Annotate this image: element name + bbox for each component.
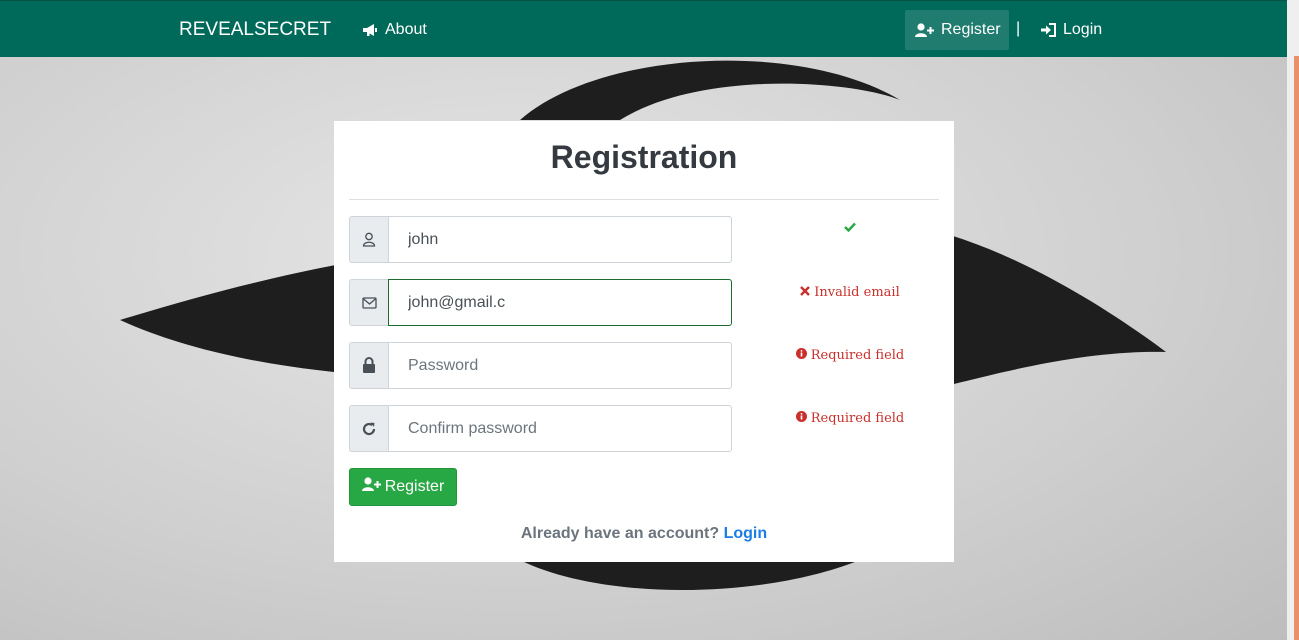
- nav-login-link[interactable]: Login: [1030, 10, 1112, 50]
- envelope-icon: [349, 279, 388, 326]
- password-input[interactable]: [388, 342, 732, 389]
- nav-about-link[interactable]: About: [352, 10, 437, 50]
- login-prompt-text: Already have an account?: [520, 525, 720, 542]
- scrollbar-thumb[interactable]: [1294, 56, 1299, 640]
- sign-in-icon: [1040, 23, 1056, 37]
- nav-register-label: Register: [941, 21, 1001, 38]
- username-input[interactable]: [388, 216, 732, 263]
- register-button-label: Register: [384, 478, 445, 495]
- email-input[interactable]: [388, 279, 732, 326]
- password-feedback-text: Required field: [810, 348, 905, 363]
- divider: [349, 199, 939, 200]
- registration-card: Registration Invalid email Required fiel…: [334, 121, 954, 562]
- scrollbar[interactable]: [1287, 0, 1299, 640]
- password-feedback: Required field: [732, 348, 968, 363]
- user-plus-icon: [361, 477, 381, 497]
- nav-about-label: About: [385, 21, 427, 38]
- username-field: [349, 216, 732, 263]
- user-plus-icon: [915, 22, 934, 38]
- info-circle-icon: [795, 411, 807, 426]
- password-field: [349, 342, 732, 389]
- confirm-password-input[interactable]: [388, 405, 732, 452]
- email-feedback: Invalid email: [732, 285, 968, 300]
- navbar: REVEALSECRET About Register | Login: [0, 0, 1287, 57]
- register-button[interactable]: Register: [349, 468, 457, 506]
- email-field: [349, 279, 732, 326]
- info-circle-icon: [795, 348, 807, 363]
- refresh-icon: [349, 405, 388, 452]
- megaphone-icon: [362, 23, 378, 37]
- confirm-password-feedback: Required field: [732, 411, 968, 426]
- brand-logo[interactable]: REVEALSECRET: [179, 19, 331, 41]
- page-title: Registration: [550, 139, 738, 175]
- lock-icon: [349, 342, 388, 389]
- times-icon: [800, 285, 811, 300]
- confirm-feedback-text: Required field: [810, 411, 905, 426]
- nav-register-link[interactable]: Register: [905, 10, 1009, 50]
- email-feedback-text: Invalid email: [814, 285, 900, 300]
- login-prompt: Already have an account? Login: [334, 525, 954, 543]
- user-icon: [349, 216, 388, 263]
- username-valid-check-icon: [732, 222, 968, 232]
- login-link[interactable]: Login: [724, 525, 768, 542]
- nav-separator: |: [1016, 20, 1021, 37]
- nav-login-label: Login: [1063, 21, 1103, 38]
- confirm-password-field: [349, 405, 732, 452]
